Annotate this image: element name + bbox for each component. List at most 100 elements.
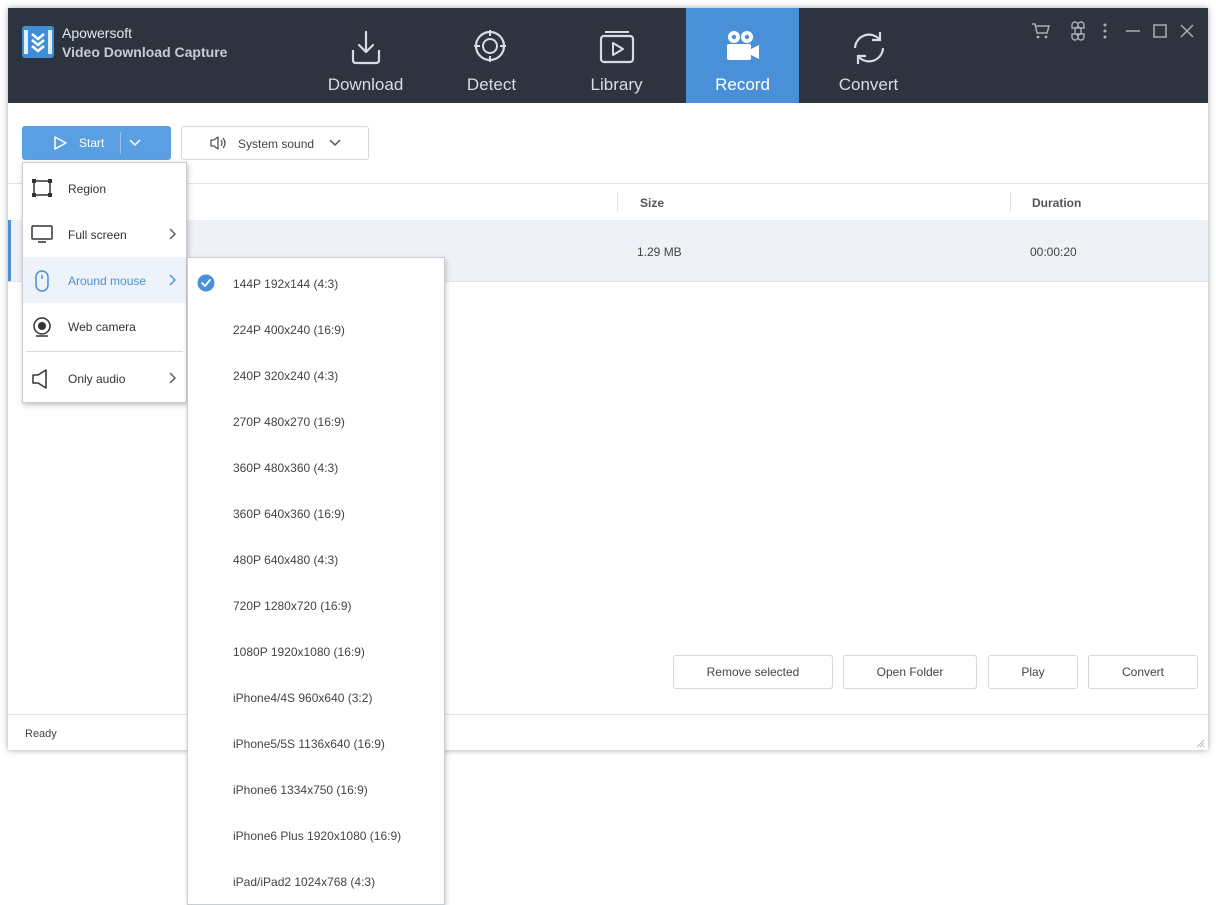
resolution-label: iPhone6 1334x750 (16:9) <box>233 783 368 797</box>
resolution-label: 720P 1280x720 (16:9) <box>233 599 352 613</box>
menu-item-label: Region <box>68 182 107 196</box>
resolution-label: 360P 640x360 (16:9) <box>233 507 345 521</box>
chevron-right-icon <box>169 372 176 384</box>
resolution-item[interactable]: 360P 640x360 (16:9) <box>188 489 444 535</box>
brand-name: Apowersoft <box>62 25 133 41</box>
chevron-down-icon <box>329 139 341 147</box>
resolution-item[interactable]: 224P 400x240 (16:9) <box>188 305 444 351</box>
tab-label: Record <box>715 75 770 94</box>
row-selection-marker <box>8 220 11 281</box>
play-button[interactable]: Play <box>988 655 1078 689</box>
column-duration[interactable]: Duration <box>1032 196 1081 210</box>
row-duration: 00:00:20 <box>1030 245 1077 259</box>
more-icon[interactable] <box>1095 21 1115 41</box>
resolution-item[interactable]: iPad/iPad2 1024x768 (4:3) <box>188 857 444 903</box>
tab-label: Convert <box>838 75 899 94</box>
chevron-right-icon <box>169 228 176 240</box>
region-icon <box>32 179 52 197</box>
system-sound-label: System sound <box>238 137 315 151</box>
speaker-icon <box>32 369 47 389</box>
convert-button[interactable]: Convert <box>1088 655 1198 689</box>
check-circle-icon <box>197 274 215 292</box>
download-icon <box>351 30 381 65</box>
close-icon[interactable] <box>1177 21 1197 41</box>
resolution-item[interactable]: 270P 480x270 (16:9) <box>188 397 444 443</box>
resolution-item[interactable]: 1080P 1920x1080 (16:9) <box>188 627 444 673</box>
webcam-icon <box>33 317 51 337</box>
resolution-item[interactable]: 360P 480x360 (4:3) <box>188 443 444 489</box>
cart-icon[interactable] <box>1031 21 1051 41</box>
resolution-item[interactable]: iPhone6 Plus 1920x1080 (16:9) <box>188 811 444 857</box>
command-icon[interactable] <box>1068 21 1088 41</box>
tab-library[interactable]: Library <box>560 8 673 103</box>
resolution-label: iPhone6 Plus 1920x1080 (16:9) <box>233 829 402 843</box>
resolution-submenu: 144P 192x144 (4:3) 224P 400x240 (16:9) 2… <box>187 257 445 905</box>
menu-divider <box>26 351 183 352</box>
resolution-item[interactable]: iPhone5/5S 1136x640 (16:9) <box>188 719 444 765</box>
minimize-icon[interactable] <box>1123 21 1143 41</box>
resolution-item[interactable]: 480P 640x480 (4:3) <box>188 535 444 581</box>
resolution-label: 240P 320x240 (4:3) <box>233 369 339 383</box>
app-brand: Apowersoft Video Download Capture <box>62 24 227 62</box>
resolution-label: 480P 640x480 (4:3) <box>233 553 339 567</box>
speaker-icon <box>210 136 226 150</box>
tab-label: Library <box>590 75 643 94</box>
mouse-icon <box>35 270 49 292</box>
menu-item-region[interactable]: Region <box>23 165 186 211</box>
resolution-item[interactable]: 240P 320x240 (4:3) <box>188 351 444 397</box>
column-divider <box>617 192 618 212</box>
library-icon <box>599 31 635 64</box>
chevron-down-icon[interactable] <box>128 138 142 148</box>
resolution-item[interactable]: 144P 192x144 (4:3) <box>188 259 444 305</box>
resolution-label: iPhone4/4S 960x640 (3:2) <box>233 691 373 705</box>
resolution-item[interactable]: 720P 1280x720 (16:9) <box>188 581 444 627</box>
resolution-label: 360P 480x360 (4:3) <box>233 461 339 475</box>
detect-icon <box>474 30 506 62</box>
resolution-label: 224P 400x240 (16:9) <box>233 323 345 337</box>
resolution-item[interactable]: iPhone4/4S 960x640 (3:2) <box>188 673 444 719</box>
play-icon <box>54 136 67 150</box>
system-sound-button[interactable]: System sound <box>181 126 369 160</box>
menu-item-label: Full screen <box>68 228 127 242</box>
table-header: Size Duration <box>8 184 1208 221</box>
menu-item-label: Only audio <box>68 372 126 386</box>
divider <box>120 132 121 154</box>
menu-item-full-screen[interactable]: Full screen <box>23 211 186 257</box>
tab-record[interactable]: Record <box>686 8 799 103</box>
resolution-label: iPhone5/5S 1136x640 (16:9) <box>233 737 385 751</box>
start-menu: Region Full screen Around mouse Web came… <box>22 162 187 403</box>
resolution-label: iPad/iPad2 1024x768 (4:3) <box>233 875 376 889</box>
menu-item-only-audio[interactable]: Only audio <box>23 355 186 401</box>
chevron-right-icon <box>169 274 176 286</box>
product-name: Video Download Capture <box>62 44 228 60</box>
title-bar: Apowersoft Video Download Capture Downlo… <box>8 8 1208 103</box>
column-divider <box>1010 192 1011 212</box>
status-text: Ready <box>25 728 57 740</box>
start-label: Start <box>79 136 105 150</box>
menu-item-web-camera[interactable]: Web camera <box>23 303 186 349</box>
resolution-item[interactable]: iPhone6 1334x750 (16:9) <box>188 765 444 811</box>
column-size[interactable]: Size <box>640 196 664 210</box>
tab-convert[interactable]: Convert <box>812 8 925 103</box>
resolution-label: 1080P 1920x1080 (16:9) <box>233 645 365 659</box>
toolbar: Start System sound <box>8 103 1208 184</box>
menu-item-label: Around mouse <box>68 274 147 288</box>
menu-item-around-mouse[interactable]: Around mouse <box>23 257 186 303</box>
convert-icon <box>853 32 885 64</box>
open-folder-button[interactable]: Open Folder <box>843 655 977 689</box>
tab-download[interactable]: Download <box>309 8 422 103</box>
tab-label: Download <box>327 75 404 94</box>
row-size: 1.29 MB <box>637 245 682 259</box>
resize-grip-icon[interactable] <box>1195 738 1205 748</box>
start-button[interactable]: Start <box>22 126 171 160</box>
resolution-label: 144P 192x144 (4:3) <box>233 277 339 291</box>
maximize-icon[interactable] <box>1150 21 1170 41</box>
remove-selected-button[interactable]: Remove selected <box>673 655 833 689</box>
monitor-icon <box>31 225 53 243</box>
tab-label: Detect <box>466 75 517 94</box>
tab-detect[interactable]: Detect <box>435 8 548 103</box>
resolution-label: 270P 480x270 (16:9) <box>233 415 345 429</box>
menu-item-label: Web camera <box>68 320 136 334</box>
record-icon <box>727 31 759 60</box>
app-logo-icon <box>22 26 54 58</box>
